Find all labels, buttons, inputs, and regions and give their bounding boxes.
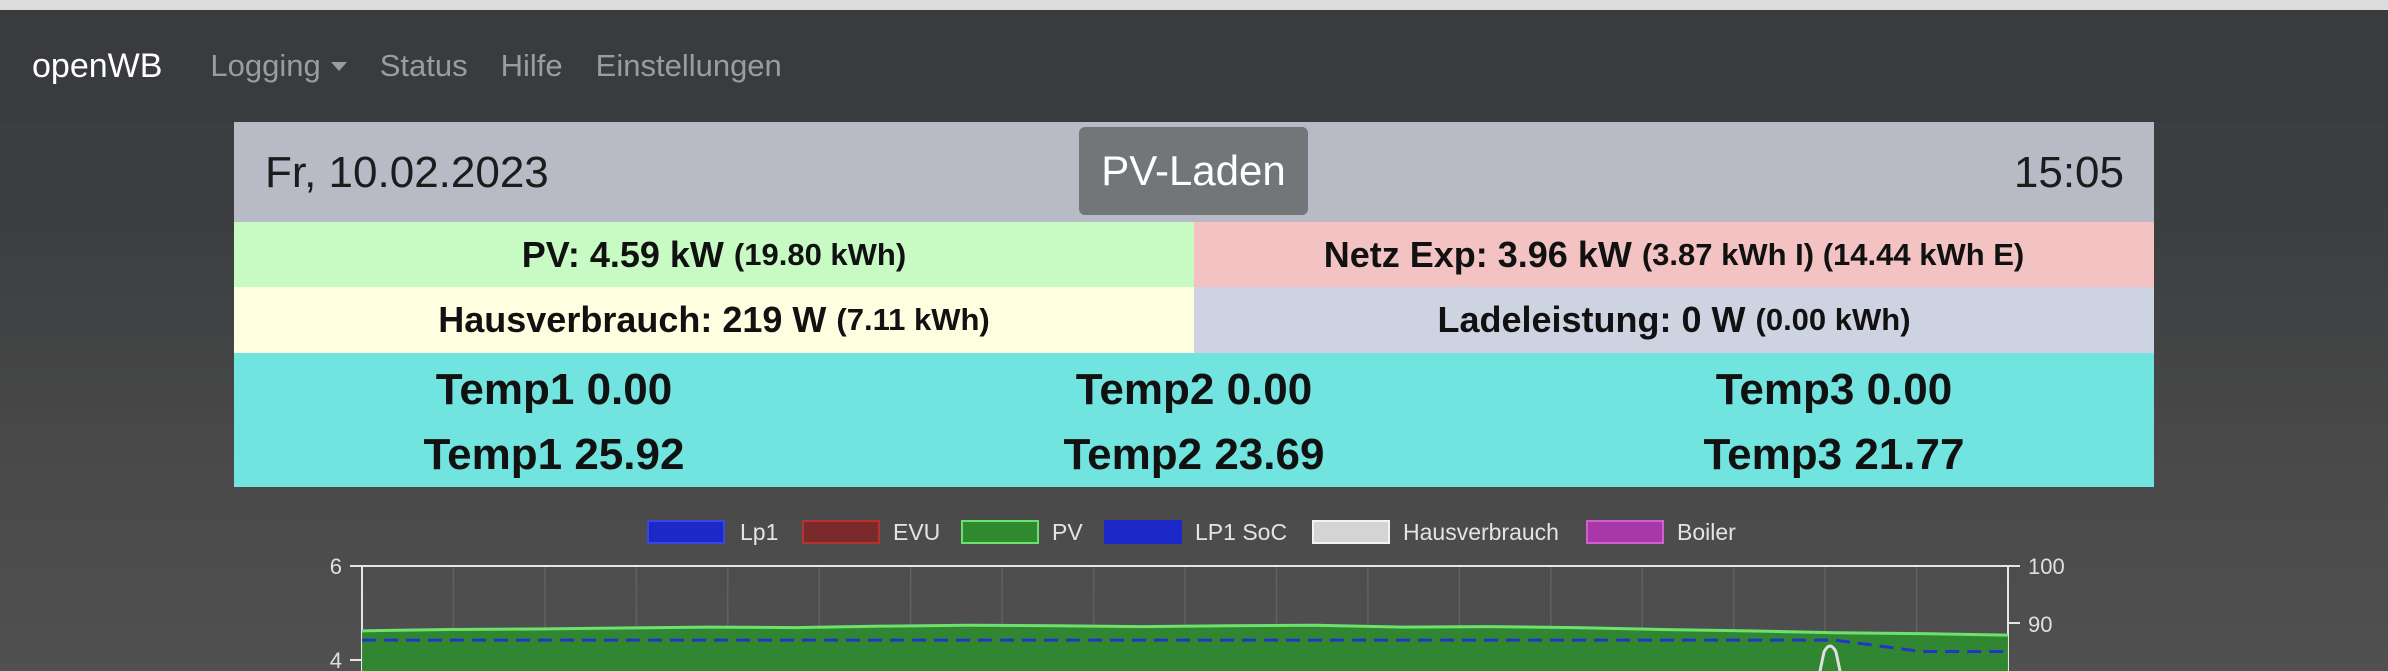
chart-series (361, 623, 2009, 671)
power-chart: 6 4 100 90 (330, 554, 2065, 671)
y-right-tick-100: 100 (2028, 554, 2065, 579)
y-right-tick-90: 90 (2028, 612, 2052, 637)
y-left-tick-6: 6 (330, 554, 342, 579)
y-left-tick-4: 4 (330, 648, 342, 671)
